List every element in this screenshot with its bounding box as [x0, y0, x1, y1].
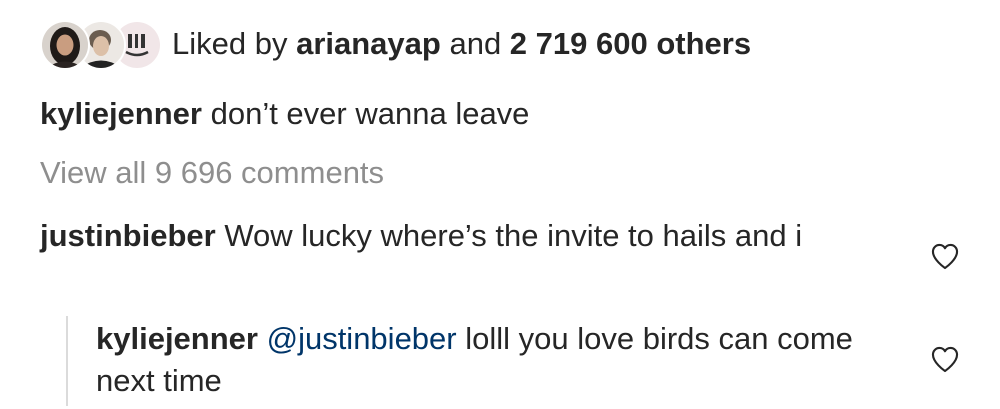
- heart-outline-icon[interactable]: [928, 239, 962, 273]
- comment-username[interactable]: justinbieber: [40, 218, 216, 253]
- comment-text: Wow lucky where’s the invite to hails an…: [215, 218, 803, 253]
- liker-avatars[interactable]: [40, 18, 162, 70]
- likes-row: Liked by arianayap and 2 719 600 others: [40, 18, 751, 70]
- reply-thread-line: [66, 316, 68, 406]
- post-caption: kyliejenner don’t ever wanna leave: [40, 94, 529, 134]
- reply-username[interactable]: kyliejenner: [96, 321, 258, 356]
- view-all-comments-link[interactable]: View all 9 696 comments: [40, 153, 384, 193]
- likes-connector: and: [440, 26, 510, 61]
- likes-prefix: Liked by: [172, 26, 297, 61]
- likes-count-link[interactable]: 2 719 600 others: [510, 26, 751, 61]
- liker-username[interactable]: arianayap: [296, 26, 441, 61]
- comment: justinbieber Wow lucky where’s the invit…: [40, 215, 900, 257]
- caption-text: don’t ever wanna leave: [201, 96, 530, 131]
- avatar[interactable]: [40, 20, 90, 70]
- reply-comment: kyliejenner @justinbieber lolll you love…: [96, 318, 896, 402]
- heart-outline-icon[interactable]: [928, 342, 962, 376]
- likes-summary: Liked by arianayap and 2 719 600 others: [172, 24, 751, 64]
- reply-mention[interactable]: @justinbieber: [258, 321, 457, 356]
- caption-username[interactable]: kyliejenner: [40, 96, 202, 131]
